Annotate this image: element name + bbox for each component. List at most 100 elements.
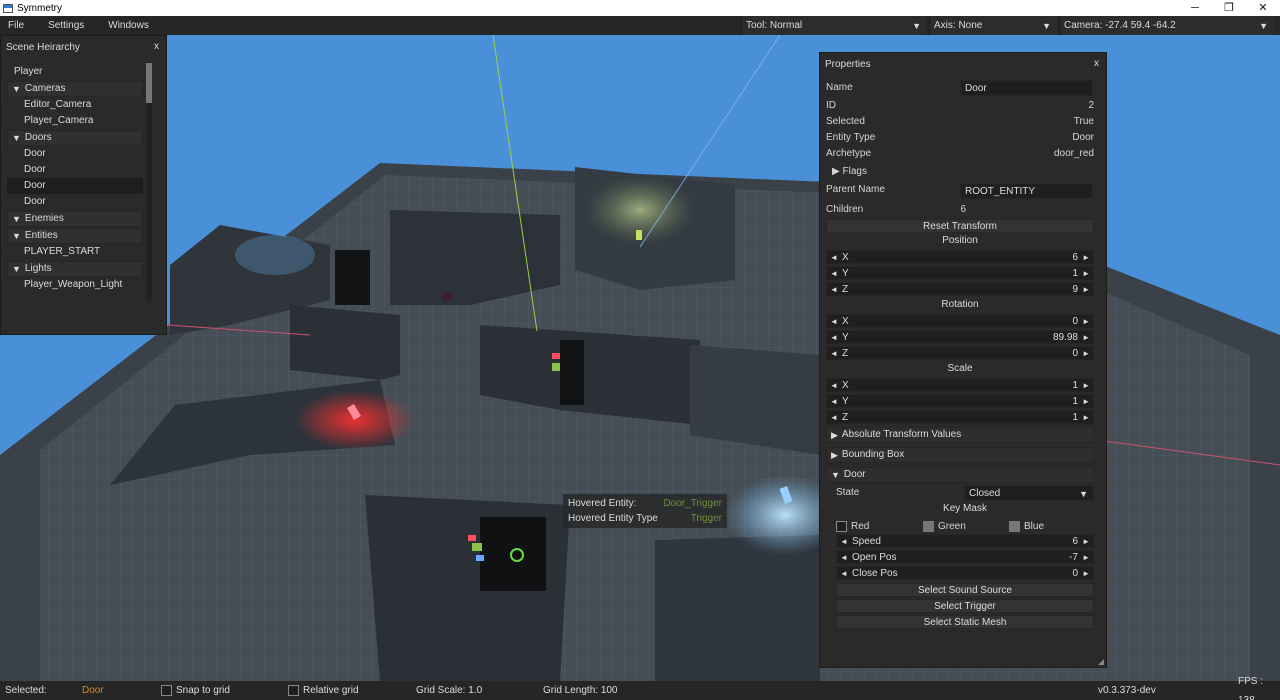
decrement-icon[interactable]: ◄	[830, 331, 838, 345]
decrement-icon[interactable]: ◄	[830, 395, 838, 409]
door-section-toggle[interactable]: ▼ Door	[826, 467, 1094, 483]
scale-x-stepper[interactable]: ◄ X 1 ►	[826, 378, 1094, 392]
increment-icon[interactable]: ►	[1082, 551, 1090, 565]
open-pos-stepper[interactable]: ◄ Open Pos -7 ►	[836, 550, 1094, 564]
menu-file[interactable]: File	[0, 20, 32, 31]
key-blue-checkbox[interactable]: Blue	[1009, 519, 1044, 533]
tree-item-player[interactable]: Player	[7, 64, 143, 80]
checkbox-box[interactable]	[923, 520, 934, 532]
fps-counter: FPS : 138	[1238, 675, 1264, 700]
scrollbar-thumb[interactable]	[146, 63, 152, 103]
tool-dropdown[interactable]: Tool: Normal ▼	[741, 16, 927, 35]
tree-item[interactable]: Door	[7, 146, 143, 162]
name-label: Name	[826, 82, 853, 93]
tree-item[interactable]: Player_Weapon_Light	[7, 277, 143, 293]
increment-icon[interactable]: ►	[1082, 395, 1090, 409]
close-icon[interactable]: x	[154, 41, 159, 52]
select-static-mesh-button[interactable]: Select Static Mesh	[836, 615, 1094, 629]
position-y-stepper[interactable]: ◄ Y 1 ►	[826, 266, 1094, 280]
tree-item[interactable]: Editor_Camera	[7, 97, 143, 113]
decrement-icon[interactable]: ◄	[840, 551, 848, 565]
decrement-icon[interactable]: ◄	[830, 251, 838, 265]
rotation-heading: Rotation	[941, 299, 979, 310]
increment-icon[interactable]: ►	[1082, 267, 1090, 281]
key-green-checkbox[interactable]: Green	[923, 519, 966, 533]
increment-icon[interactable]: ►	[1082, 567, 1090, 581]
rotation-y-stepper[interactable]: ◄ Y 89.98 ►	[826, 330, 1094, 344]
close-icon[interactable]: x	[1094, 58, 1099, 69]
hierarchy-scrollbar[interactable]	[146, 63, 152, 303]
axis-label: X	[842, 252, 849, 263]
increment-icon[interactable]: ►	[1082, 379, 1090, 393]
increment-icon[interactable]: ►	[1082, 411, 1090, 425]
rotation-z-stepper[interactable]: ◄ Z 0 ►	[826, 346, 1094, 360]
scale-y-stepper[interactable]: ◄ Y 1 ►	[826, 394, 1094, 408]
stepper-value: 0	[1072, 348, 1078, 359]
tree-group-entities[interactable]: ▼ Entities	[7, 228, 143, 244]
reset-transform-button[interactable]: Reset Transform	[826, 219, 1094, 233]
increment-icon[interactable]: ►	[1082, 347, 1090, 361]
checkbox-box[interactable]	[1009, 520, 1020, 532]
scale-z-stepper[interactable]: ◄ Z 1 ►	[826, 410, 1094, 424]
tree-group-lights[interactable]: ▼ Lights	[7, 261, 143, 277]
tree-item[interactable]: Door	[7, 162, 143, 178]
tree-item[interactable]: Player_Camera	[7, 113, 143, 129]
bounding-box-toggle[interactable]: ▶ Bounding Box	[826, 447, 1094, 463]
increment-icon[interactable]: ►	[1082, 283, 1090, 297]
bounding-box-label: Bounding Box	[841, 449, 905, 460]
decrement-icon[interactable]: ◄	[830, 283, 838, 297]
increment-icon[interactable]: ►	[1082, 315, 1090, 329]
axis-dropdown[interactable]: Axis: None ▼	[929, 16, 1057, 35]
increment-icon[interactable]: ►	[1082, 251, 1090, 265]
tree-item[interactable]: PLAYER_START	[7, 244, 143, 260]
camera-dropdown[interactable]: Camera: -27.4 59.4 -64.2 ▼	[1059, 16, 1274, 35]
hierarchy-tree: Player ▼ Cameras Editor_Camera Player_Cam…	[7, 64, 143, 293]
checkbox-box[interactable]	[161, 685, 172, 696]
chevron-down-icon: ▼	[1259, 20, 1268, 31]
tree-group-enemies[interactable]: ▼ Enemies	[7, 211, 143, 227]
name-input[interactable]: Door	[960, 80, 1093, 96]
increment-icon[interactable]: ►	[1082, 331, 1090, 345]
flags-toggle[interactable]: ▶ Flags	[826, 164, 1094, 180]
position-z-stepper[interactable]: ◄ Z 9 ►	[826, 282, 1094, 296]
checkbox-label: Green	[938, 520, 966, 532]
menu-settings[interactable]: Settings	[40, 20, 92, 31]
checkbox-box[interactable]	[288, 685, 299, 696]
resize-handle-icon[interactable]	[1098, 659, 1104, 665]
decrement-icon[interactable]: ◄	[830, 315, 838, 329]
decrement-icon[interactable]: ◄	[840, 535, 848, 549]
speed-stepper[interactable]: ◄ Speed 6 ►	[836, 534, 1094, 548]
snap-to-grid-checkbox[interactable]: Snap to grid	[161, 681, 230, 700]
decrement-icon[interactable]: ◄	[830, 379, 838, 393]
close-pos-stepper[interactable]: ◄ Close Pos 0 ►	[836, 566, 1094, 580]
position-x-stepper[interactable]: ◄ X 6 ►	[826, 250, 1094, 264]
state-value: Closed	[969, 488, 1001, 499]
stepper-value: 6	[1072, 252, 1078, 263]
close-button[interactable]: ✕	[1246, 0, 1280, 16]
tree-item[interactable]: Door	[7, 194, 143, 210]
parent-name-input[interactable]: ROOT_ENTITY	[960, 183, 1093, 199]
select-trigger-button[interactable]: Select Trigger	[836, 599, 1094, 613]
decrement-icon[interactable]: ◄	[830, 347, 838, 361]
tree-group-cameras[interactable]: ▼ Cameras	[7, 81, 143, 97]
axis-label: X	[842, 380, 849, 391]
chevron-down-icon: ▼	[912, 20, 921, 31]
decrement-icon[interactable]: ◄	[830, 267, 838, 281]
rotation-x-stepper[interactable]: ◄ X 0 ►	[826, 314, 1094, 328]
decrement-icon[interactable]: ◄	[840, 567, 848, 581]
increment-icon[interactable]: ►	[1082, 535, 1090, 549]
tooltip-key: Hovered Entity Type	[568, 513, 658, 524]
checkbox-box[interactable]	[836, 520, 847, 532]
decrement-icon[interactable]: ◄	[830, 411, 838, 425]
axis-label: Z	[842, 412, 849, 423]
maximize-button[interactable]: ❐	[1212, 0, 1246, 16]
menu-windows[interactable]: Windows	[100, 20, 157, 31]
relative-grid-checkbox[interactable]: Relative grid	[288, 681, 359, 700]
tree-item-selected[interactable]: Door	[7, 178, 143, 194]
key-red-checkbox[interactable]: Red	[836, 519, 869, 533]
select-sound-source-button[interactable]: Select Sound Source	[836, 583, 1094, 597]
minimize-button[interactable]: ─	[1178, 0, 1212, 16]
absolute-transform-toggle[interactable]: ▶ Absolute Transform Values	[826, 427, 1094, 443]
state-select[interactable]: Closed ▼	[964, 485, 1094, 501]
tree-group-doors[interactable]: ▼ Doors	[7, 130, 143, 146]
